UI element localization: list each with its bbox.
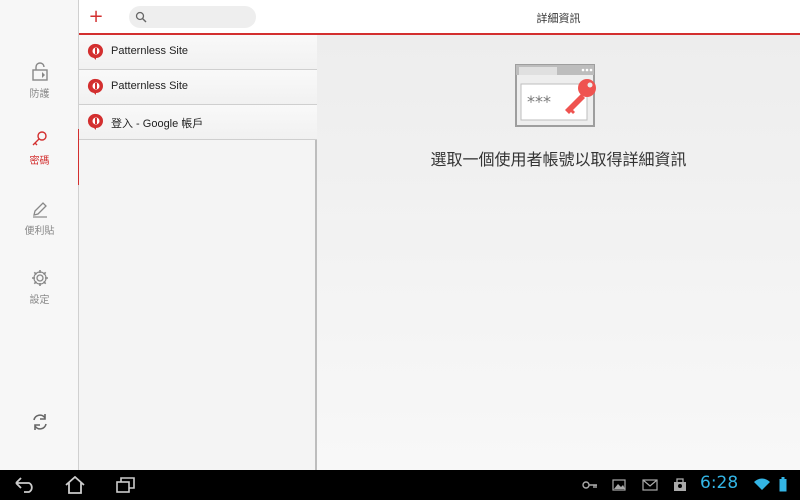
briefcase-icon [674,478,686,491]
sync-icon[interactable] [29,411,51,433]
site-pin-icon [87,113,103,130]
gallery-icon [612,479,626,491]
search-input[interactable] [151,8,251,26]
list-item[interactable]: Patternless Site [79,35,317,70]
site-pin-icon [87,43,103,60]
nav-item-protection[interactable]: 防護 [0,62,79,122]
account-list-pane: + Patternless Site Patternless Site 登入 -… [79,0,317,470]
nav-item-label: 防護 [29,89,50,100]
nav-item-label: 便利貼 [24,226,55,237]
clock: 6:28 [700,473,739,493]
system-navigation-bar: 6:28 [0,470,800,500]
nav-item-label: 密碼 [29,156,50,167]
key-status-icon [582,481,597,489]
list-header: + [79,0,317,35]
empty-state-message: 選取一個使用者帳號以取得詳細資訊 [430,150,687,169]
nav-item-label: 設定 [29,295,50,306]
nav-rail: 防護 密碼 便利貼 設定 [0,0,80,470]
back-icon[interactable] [14,477,36,493]
gear-icon [31,270,48,286]
nav-item-passwords[interactable]: 密碼 [0,129,80,189]
list-item-label: 登入 - Google 帳戶 [111,118,204,130]
search-box[interactable] [129,6,256,28]
list-item-label: Patternless Site [111,80,189,92]
masked-password-text: *** [527,92,551,111]
key-icon [32,131,47,146]
nav-item-notes[interactable]: 便利貼 [0,199,79,259]
add-account-button[interactable]: + [86,6,106,28]
detail-pane: 詳細資訊 *** 選取一個使用者帳號以取得詳細資訊 [317,0,800,470]
list-item[interactable]: 登入 - Google 帳戶 [79,105,317,140]
gmail-icon [642,479,658,491]
list-item[interactable]: Patternless Site [79,70,317,105]
password-key-illustration: *** [515,64,596,127]
page-title: 詳細資訊 [536,12,581,25]
search-icon [135,11,147,23]
nav-item-settings[interactable]: 設定 [0,268,79,328]
list-item-label: Patternless Site [111,45,189,57]
detail-header: 詳細資訊 [317,0,800,35]
recent-apps-icon[interactable] [116,477,136,493]
pencil-icon [32,202,47,218]
site-pin-icon [87,78,103,95]
lock-icon [31,62,48,81]
home-icon[interactable] [64,476,86,494]
battery-icon [779,477,787,492]
wifi-icon [754,478,770,490]
